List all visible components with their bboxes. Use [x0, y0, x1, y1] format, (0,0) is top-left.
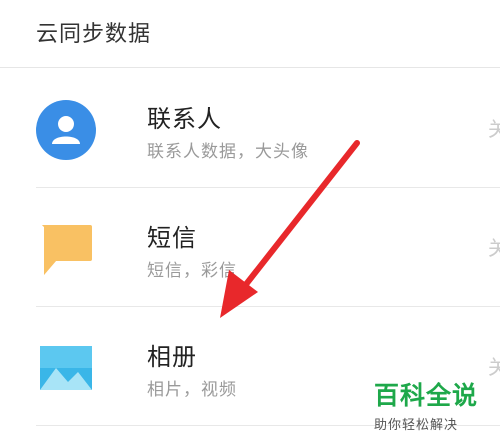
sync-item-subtitle: 短信，彩信 [147, 261, 237, 281]
sms-icon [42, 225, 92, 275]
sync-toggle[interactable]: 关 [488, 113, 500, 142]
sync-item-subtitle: 相片，视频 [147, 380, 237, 400]
sync-item-title: 短信 [147, 224, 197, 252]
sync-item-subtitle: 联系人数据，大头像 [147, 142, 309, 162]
contacts-icon [36, 100, 96, 160]
sync-item-title: 联系人 [147, 105, 222, 133]
watermark-main: 百科全说 [374, 381, 479, 410]
page-header: 云同步数据 [0, 0, 500, 68]
sync-toggle[interactable]: 关 [488, 232, 500, 261]
sync-item-contacts[interactable]: 联系人 联系人数据，大头像 关 [0, 69, 500, 188]
sync-item-sms[interactable]: 短信 短信，彩信 关 [0, 188, 500, 307]
sync-item-title: 相册 [147, 343, 197, 371]
page-title: 云同步数据 [36, 22, 152, 47]
gallery-icon [40, 346, 92, 390]
watermark-sub: 助你轻松解决 [374, 418, 459, 433]
watermark: 百科全说 助你轻松解决 [374, 376, 494, 433]
